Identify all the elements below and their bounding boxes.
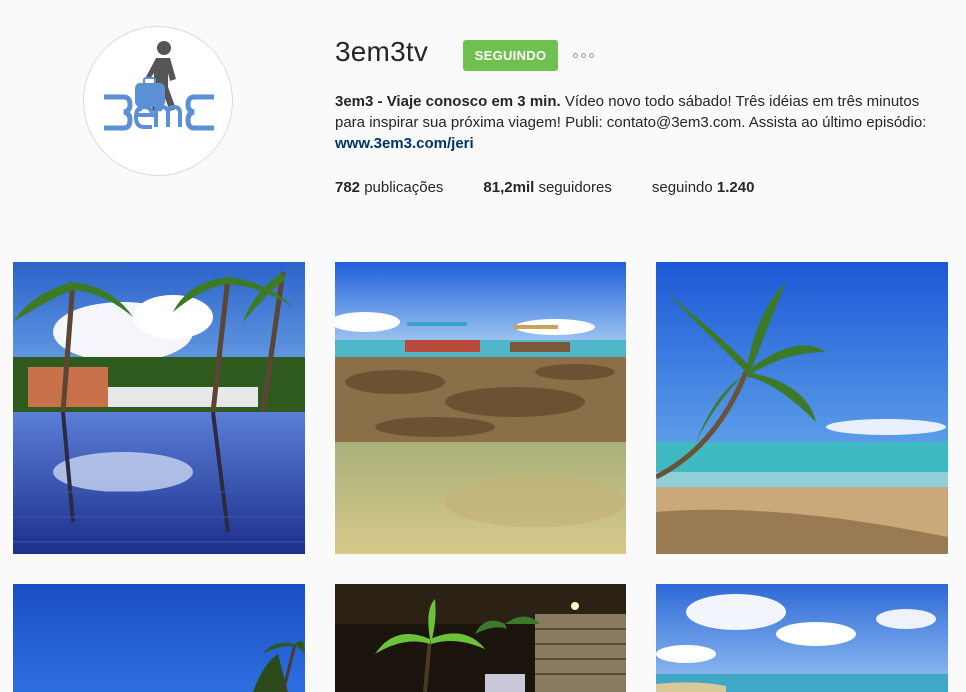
blue-sky-image: [13, 584, 305, 692]
profile-header: 3em3tv SEGUINDO 3em3 - Viaje conosco em …: [0, 0, 966, 240]
post-night-palms[interactable]: [335, 584, 626, 692]
following-label: seguindo: [651, 179, 717, 196]
bio-link[interactable]: www.3em3.com/jeri: [335, 135, 474, 152]
profile-bio: 3em3 - Viaje conosco em 3 min. Vídeo nov…: [335, 91, 945, 154]
posts-stat: 782 publicações: [335, 179, 443, 196]
more-dot: [573, 52, 578, 58]
more-dot: [581, 52, 586, 58]
followers-count: 81,2mil: [483, 179, 535, 196]
bio-name: 3em3 - Viaje conosco em 3 min.: [335, 93, 561, 110]
profile-stats: 782 publicações 81,2mil seguidores segui…: [335, 179, 794, 196]
pool-palms-image: [13, 262, 305, 554]
followers-stat[interactable]: 81,2mil seguidores: [483, 179, 611, 196]
post-pool-palms[interactable]: [13, 262, 305, 554]
more-options-icon[interactable]: [573, 48, 599, 62]
post-palm-beach[interactable]: [656, 262, 948, 554]
post-sea-clouds[interactable]: [656, 584, 948, 692]
following-button[interactable]: SEGUINDO: [463, 40, 558, 71]
night-palms-image: [335, 584, 626, 692]
post-reef-boats[interactable]: [335, 262, 626, 554]
3em3-logo: [104, 41, 214, 131]
reef-boats-image: [335, 262, 626, 554]
sea-clouds-image: [656, 584, 948, 692]
profile-avatar[interactable]: [83, 26, 233, 176]
more-dot: [589, 52, 594, 58]
following-count: 1.240: [716, 179, 755, 196]
posts-count: 782: [335, 179, 361, 196]
profile-username: 3em3tv: [335, 36, 429, 67]
posts-label: publicações: [360, 179, 444, 196]
followers-label: seguidores: [534, 179, 612, 196]
following-stat[interactable]: seguindo 1.240: [652, 179, 755, 196]
palm-beach-image: [656, 262, 948, 554]
post-blue-sky[interactable]: [13, 584, 305, 692]
